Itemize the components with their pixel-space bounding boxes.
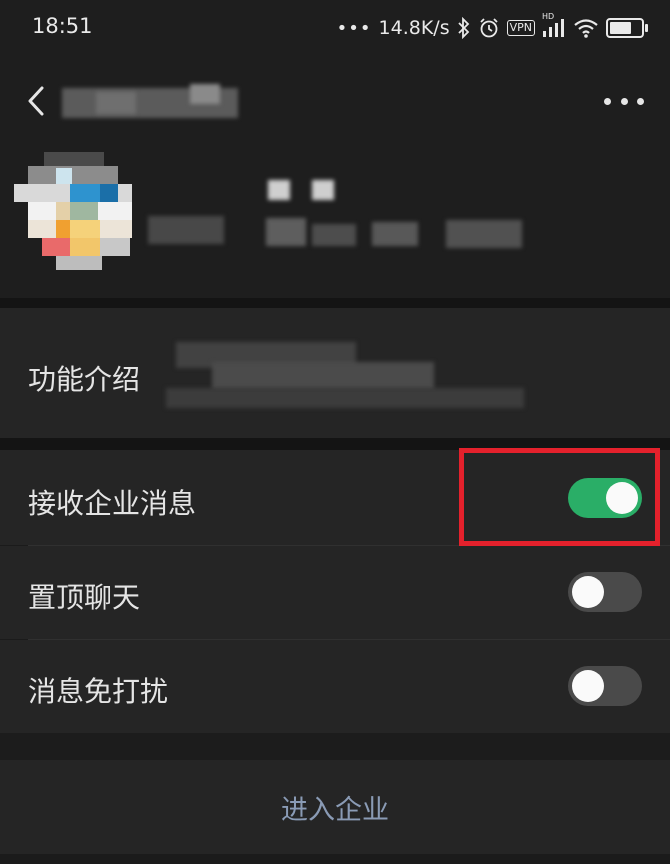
navigation-bar xyxy=(0,56,670,146)
status-time: 18:51 xyxy=(32,14,93,38)
network-speed: 14.8K/s xyxy=(378,17,450,39)
wifi-icon xyxy=(573,17,599,39)
receive-messages-label: 接收企业消息 xyxy=(28,487,197,520)
section-gap xyxy=(0,733,670,760)
enter-enterprise-button[interactable]: 进入企业 xyxy=(0,760,670,854)
feature-intro-label: 功能介绍 xyxy=(28,363,141,396)
bluetooth-icon xyxy=(457,17,471,39)
more-dots-icon[interactable] xyxy=(604,86,644,116)
receive-messages-row[interactable]: 接收企业消息 xyxy=(0,450,670,545)
status-icons: ••• 14.8K/s VPN HD xyxy=(336,12,648,44)
toggle-knob xyxy=(606,482,638,514)
toggle-knob xyxy=(572,670,604,702)
hd-label: HD xyxy=(542,12,555,21)
mute-notifications-row[interactable]: 消息免打扰 xyxy=(0,640,670,733)
section-gap xyxy=(0,298,670,308)
toggle-knob xyxy=(572,576,604,608)
pin-chat-toggle[interactable] xyxy=(568,572,642,612)
feature-intro-row: 功能介绍 xyxy=(0,308,670,438)
battery-level xyxy=(610,22,631,34)
phone-screen: 18:51 ••• 14.8K/s VPN HD 功能介绍 接收企业消息 置顶聊… xyxy=(0,0,670,864)
avatar xyxy=(14,152,132,270)
enter-enterprise-label: 进入企业 xyxy=(281,794,389,826)
receive-messages-toggle[interactable] xyxy=(568,478,642,518)
chevron-left-icon[interactable] xyxy=(18,82,58,122)
cellular-signal-icon: HD xyxy=(542,12,566,39)
pin-chat-label: 置顶聊天 xyxy=(28,581,141,614)
pin-chat-row[interactable]: 置顶聊天 xyxy=(0,546,670,639)
section-gap xyxy=(0,438,670,450)
vpn-icon: VPN xyxy=(506,20,535,36)
alarm-icon xyxy=(478,17,500,39)
battery-icon xyxy=(606,18,648,38)
profile-header xyxy=(0,146,670,298)
signal-dots-icon: ••• xyxy=(336,17,372,39)
status-bar: 18:51 ••• 14.8K/s VPN HD xyxy=(0,0,670,56)
mute-notifications-label: 消息免打扰 xyxy=(28,675,169,708)
mute-notifications-toggle[interactable] xyxy=(568,666,642,706)
